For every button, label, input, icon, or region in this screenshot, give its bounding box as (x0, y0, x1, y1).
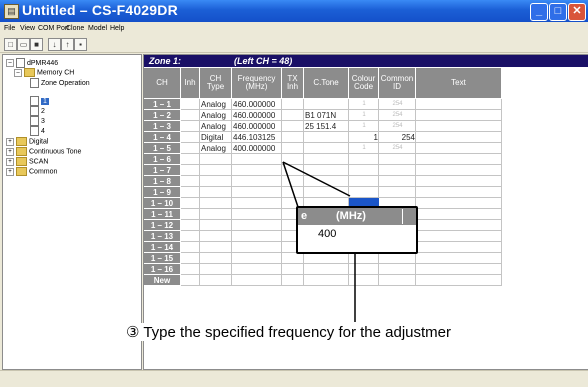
zoomed-frequency-cell: e (MHz) 400 (296, 206, 418, 254)
zoom-header: e (MHz) (298, 208, 416, 225)
instruction-callout: ③ Type the specified frequency for the a… (126, 323, 452, 341)
frequency-input[interactable]: 400 (318, 228, 336, 240)
